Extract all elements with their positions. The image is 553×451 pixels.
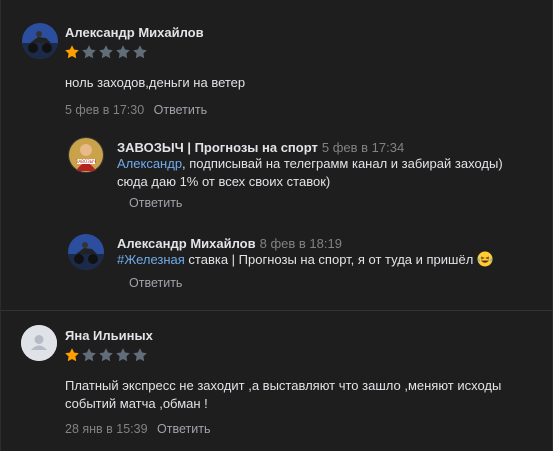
mention-link[interactable]: Александр: [117, 156, 182, 171]
reply-text: Александр, подписывай на телеграмм канал…: [117, 155, 527, 191]
reply-author: Александр Михайлов 8 фев в 18:19: [117, 236, 342, 251]
avatar-alexander-reply[interactable]: [68, 234, 104, 270]
comment-divider: [1, 310, 553, 311]
rating-stars: [64, 347, 148, 363]
reply-author-name[interactable]: ЗАВОЗЫЧ | Прогнозы на спорт: [117, 140, 318, 155]
comment-meta: 5 фев в 17:30 Ответить: [65, 103, 207, 117]
reply-date[interactable]: 8 фев в 18:19: [260, 236, 342, 251]
reply-date[interactable]: 5 фев в 17:34: [322, 140, 404, 155]
star-empty-icon: [116, 45, 130, 59]
avatar-alexander[interactable]: [22, 23, 58, 59]
hashtag-link[interactable]: #Железная: [117, 252, 185, 267]
comment-text: ноль заходов,деньги на ветер: [65, 75, 246, 90]
reply-author-name[interactable]: Александр Михайлов: [117, 236, 256, 251]
star-filled-icon: [65, 348, 79, 362]
laughing-tears-emoji-icon: [477, 251, 493, 267]
comment-date[interactable]: 5 фев в 17:30: [65, 103, 144, 117]
comments-panel: Александр Михайлов ноль заходов,деньги н…: [0, 0, 553, 451]
reply-button[interactable]: Ответить: [129, 196, 182, 210]
reply-author: ЗАВОЗЫЧ | Прогнозы на спорт 5 фев в 17:34: [117, 140, 404, 155]
star-empty-icon: [116, 348, 130, 362]
avatar-zavozych[interactable]: ЗАВОЗЫЧ: [68, 137, 104, 173]
star-empty-icon: [82, 348, 96, 362]
comment-author[interactable]: Александр Михайлов: [65, 25, 204, 40]
rating-stars: [64, 44, 148, 60]
default-user-icon: [21, 325, 57, 361]
avatar-yana[interactable]: [21, 325, 57, 361]
reply-button[interactable]: Ответить: [157, 422, 210, 436]
reply-button[interactable]: Ответить: [129, 276, 182, 290]
star-empty-icon: [99, 45, 113, 59]
reply-text: #Железная ставка | Прогнозы на спорт, я …: [117, 251, 527, 269]
star-filled-icon: [65, 45, 79, 59]
star-empty-icon: [133, 348, 147, 362]
comment-date[interactable]: 28 янв в 15:39: [65, 422, 148, 436]
comment-author[interactable]: Яна Ильиных: [65, 328, 153, 343]
star-empty-icon: [99, 348, 113, 362]
svg-text:ЗАВОЗЫЧ: ЗАВОЗЫЧ: [76, 159, 96, 164]
star-empty-icon: [133, 45, 147, 59]
reply-button[interactable]: Ответить: [154, 103, 207, 117]
comment-meta: 28 янв в 15:39 Ответить: [65, 422, 210, 436]
comment-text: Платный экспресс не заходит ,а выставляю…: [65, 378, 502, 411]
star-empty-icon: [82, 45, 96, 59]
reply-body: ставка | Прогнозы на спорт, я от туда и …: [184, 252, 474, 267]
